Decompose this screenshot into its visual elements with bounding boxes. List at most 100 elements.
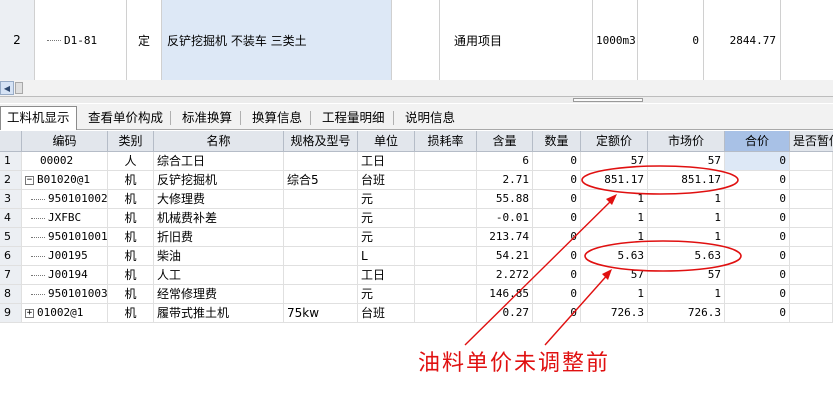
cell-unit[interactable]: 工日 — [358, 266, 415, 284]
cell-spec[interactable] — [284, 152, 358, 170]
cell-unit[interactable]: 台班 — [358, 171, 415, 189]
cell-is-estimate[interactable] — [790, 247, 833, 265]
cell-unit[interactable]: L — [358, 247, 415, 265]
cell-unit[interactable]: 元 — [358, 190, 415, 208]
header-unit[interactable]: 单位 — [358, 131, 415, 151]
header-name[interactable]: 名称 — [154, 131, 284, 151]
cell-spec[interactable] — [284, 266, 358, 284]
tab-material-machine[interactable]: 工料机显示 — [0, 106, 77, 130]
cell-loss-rate[interactable] — [415, 304, 477, 322]
cell-total-price[interactable]: 0 — [725, 152, 790, 170]
cell-content[interactable]: 213.74 — [477, 228, 533, 246]
cell-loss-rate[interactable] — [415, 152, 477, 170]
cell-quantity[interactable]: 0 — [533, 247, 581, 265]
cell-spec[interactable] — [284, 247, 358, 265]
cell-quantity[interactable]: 0 — [533, 171, 581, 189]
upper-empty-cell[interactable] — [392, 0, 440, 80]
tab-standard-conversion[interactable]: 标准换算 — [176, 107, 238, 129]
cell-code[interactable]: J00195 — [22, 247, 108, 265]
cell-market-price[interactable]: 57 — [648, 266, 725, 284]
cell-is-estimate[interactable] — [790, 304, 833, 322]
cell-name[interactable]: 反铲挖掘机 — [154, 171, 284, 189]
cell-code[interactable]: 950101001 — [22, 228, 108, 246]
cell-quantity[interactable]: 0 — [533, 266, 581, 284]
cell-quota-price[interactable]: 57 — [581, 266, 648, 284]
cell-spec[interactable] — [284, 190, 358, 208]
cell-content[interactable]: 0.27 — [477, 304, 533, 322]
cell-quota-price[interactable]: 57 — [581, 152, 648, 170]
splitter-grip-handle[interactable] — [573, 98, 643, 102]
cell-type[interactable]: 机 — [108, 209, 154, 227]
cell-loss-rate[interactable] — [415, 266, 477, 284]
cell-name[interactable]: 折旧费 — [154, 228, 284, 246]
upper-price[interactable]: 2844.77 — [704, 0, 781, 80]
cell-spec[interactable]: 综合5 — [284, 171, 358, 189]
cell-market-price[interactable]: 1 — [648, 285, 725, 303]
header-quota-price[interactable]: 定额价 — [581, 131, 648, 151]
upper-code-cell[interactable]: D1-81 — [35, 0, 127, 80]
cell-type[interactable]: 机 — [108, 228, 154, 246]
cell-code[interactable]: J00194 — [22, 266, 108, 284]
header-type[interactable]: 类别 — [108, 131, 154, 151]
cell-is-estimate[interactable] — [790, 228, 833, 246]
cell-is-estimate[interactable] — [790, 209, 833, 227]
cell-quota-price[interactable]: 5.63 — [581, 247, 648, 265]
cell-type[interactable]: 机 — [108, 171, 154, 189]
cell-is-estimate[interactable] — [790, 285, 833, 303]
tab-unit-price-composition[interactable]: 查看单价构成 — [82, 107, 169, 129]
cell-total-price[interactable]: 0 — [725, 247, 790, 265]
cell-total-price[interactable]: 0 — [725, 209, 790, 227]
cell-is-estimate[interactable] — [790, 171, 833, 189]
cell-code[interactable]: +01002@1 — [22, 304, 108, 322]
cell-name[interactable]: 柴油 — [154, 247, 284, 265]
cell-is-estimate[interactable] — [790, 190, 833, 208]
cell-total-price[interactable]: 0 — [725, 171, 790, 189]
cell-quantity[interactable]: 0 — [533, 190, 581, 208]
upper-name[interactable]: 反铲挖掘机 不装车 三类土 — [162, 0, 392, 80]
cell-quantity[interactable]: 0 — [533, 209, 581, 227]
header-content[interactable]: 含量 — [477, 131, 533, 151]
cell-market-price[interactable]: 726.3 — [648, 304, 725, 322]
cell-quota-price[interactable]: 1 — [581, 190, 648, 208]
cell-quota-price[interactable]: 1 — [581, 209, 648, 227]
upper-grid-row[interactable]: 2 D1-81 定 反铲挖掘机 不装车 三类土 通用项目 1000m3 0 28… — [0, 0, 833, 81]
cell-market-price[interactable]: 1 — [648, 228, 725, 246]
cell-quota-price[interactable]: 851.17 — [581, 171, 648, 189]
cell-type[interactable]: 人 — [108, 152, 154, 170]
scrollbar-thumb[interactable] — [15, 82, 23, 94]
upper-type[interactable]: 定 — [127, 0, 162, 80]
tab-conversion-info[interactable]: 换算信息 — [246, 107, 308, 129]
cell-spec[interactable] — [284, 285, 358, 303]
cell-name[interactable]: 综合工日 — [154, 152, 284, 170]
cell-loss-rate[interactable] — [415, 209, 477, 227]
cell-spec[interactable]: 75kw — [284, 304, 358, 322]
expand-icon[interactable]: + — [25, 308, 34, 318]
tab-quantity-detail[interactable]: 工程量明细 — [316, 107, 391, 129]
scroll-left-arrow-icon[interactable]: ◀ — [0, 81, 14, 95]
cell-is-estimate[interactable] — [790, 152, 833, 170]
cell-unit[interactable]: 工日 — [358, 152, 415, 170]
table-row[interactable]: 2− B01020@1 机反铲挖掘机 综合5 台班 2.71 0 851.17 851.17 0 — [0, 171, 833, 190]
table-row[interactable]: 7 J00194 机人工 工日 2.272 0 57 57 0 — [0, 266, 833, 285]
cell-name[interactable]: 大修理费 — [154, 190, 284, 208]
cell-market-price[interactable]: 851.17 — [648, 171, 725, 189]
pane-splitter[interactable] — [0, 97, 833, 103]
cell-quantity[interactable]: 0 — [533, 285, 581, 303]
header-loss-rate[interactable]: 损耗率 — [415, 131, 477, 151]
cell-content[interactable]: 54.21 — [477, 247, 533, 265]
cell-spec[interactable] — [284, 228, 358, 246]
cell-loss-rate[interactable] — [415, 285, 477, 303]
cell-code[interactable]: 00002 — [22, 152, 108, 170]
cell-loss-rate[interactable] — [415, 190, 477, 208]
cell-unit[interactable]: 元 — [358, 228, 415, 246]
cell-content[interactable]: -0.01 — [477, 209, 533, 227]
cell-quota-price[interactable]: 1 — [581, 228, 648, 246]
table-row[interactable]: 6 J00195 机柴油 L 54.21 0 5.63 5.63 0 — [0, 247, 833, 266]
cell-market-price[interactable]: 1 — [648, 190, 725, 208]
cell-unit[interactable]: 元 — [358, 285, 415, 303]
table-row[interactable]: 1 00002 人综合工日 工日 6 0 57 57 0 — [0, 152, 833, 171]
header-market-price[interactable]: 市场价 — [648, 131, 725, 151]
cell-market-price[interactable]: 1 — [648, 209, 725, 227]
cell-content[interactable]: 2.272 — [477, 266, 533, 284]
horizontal-scrollbar[interactable]: ◀ — [0, 80, 833, 97]
